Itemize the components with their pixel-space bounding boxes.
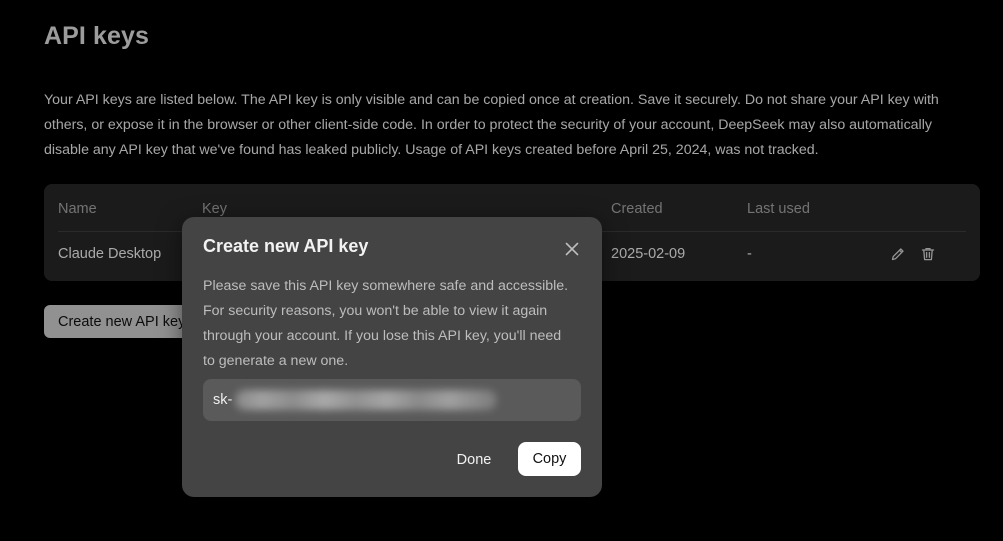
create-api-key-dialog: Create new API key Please save this API … — [182, 217, 602, 497]
api-key-prefix: sk- — [213, 392, 233, 408]
dialog-message: Please save this API key somewhere safe … — [203, 278, 569, 369]
api-key-field[interactable]: sk- — [203, 379, 581, 421]
close-icon[interactable] — [562, 239, 582, 259]
api-keys-page: API keys Your API keys are listed below.… — [0, 0, 1003, 541]
dialog-title: Create new API key — [203, 236, 369, 256]
api-key-redacted — [235, 390, 497, 410]
copy-button[interactable]: Copy — [518, 442, 581, 476]
done-button[interactable]: Done — [444, 443, 504, 477]
